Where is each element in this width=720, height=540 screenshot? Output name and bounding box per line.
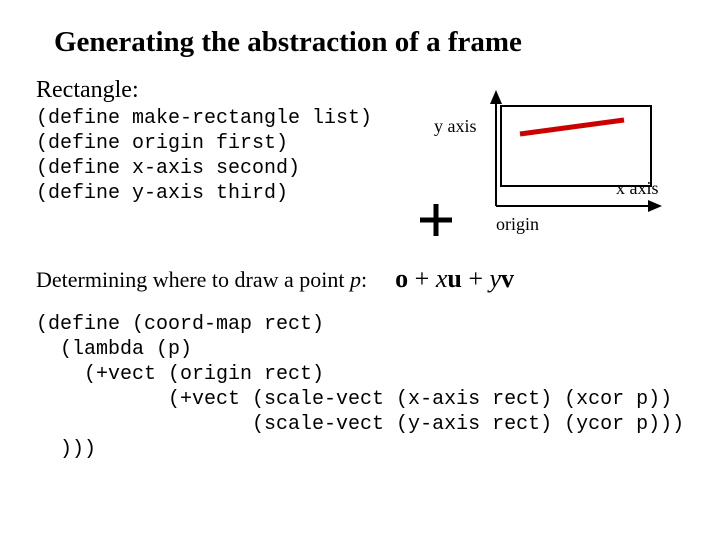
formula-u: u xyxy=(447,264,461,293)
determine-text: Determining where to draw a point p: xyxy=(36,267,367,293)
code-rectangle-defs: (define make-rectangle list) (define ori… xyxy=(36,106,372,206)
formula-y: y xyxy=(490,264,502,293)
determine-colon: : xyxy=(361,267,367,292)
coord-formula: o + xu + yv xyxy=(395,264,514,294)
origin-label: origin xyxy=(496,214,539,235)
code-coord-map: (define (coord-map rect) (lambda (p) (+v… xyxy=(36,312,684,462)
determine-prefix: Determining where to draw a point xyxy=(36,267,350,292)
formula-o: o xyxy=(395,264,408,293)
determine-p: p xyxy=(350,267,361,292)
slide-title: Generating the abstraction of a frame xyxy=(54,26,684,59)
slide: Generating the abstraction of a frame Re… xyxy=(0,0,720,480)
y-axis-label: y axis xyxy=(434,116,477,137)
formula-line: Determining where to draw a point p: o +… xyxy=(36,264,684,294)
formula-plus2: + xyxy=(462,264,490,293)
formula-x: x xyxy=(436,264,448,293)
upper-section: (define make-rectangle list) (define ori… xyxy=(36,106,684,256)
frame-diagram: y axis x axis origin xyxy=(386,86,686,256)
x-axis-label: x axis xyxy=(616,178,659,199)
formula-v: v xyxy=(501,264,514,293)
formula-plus1: + xyxy=(408,264,436,293)
